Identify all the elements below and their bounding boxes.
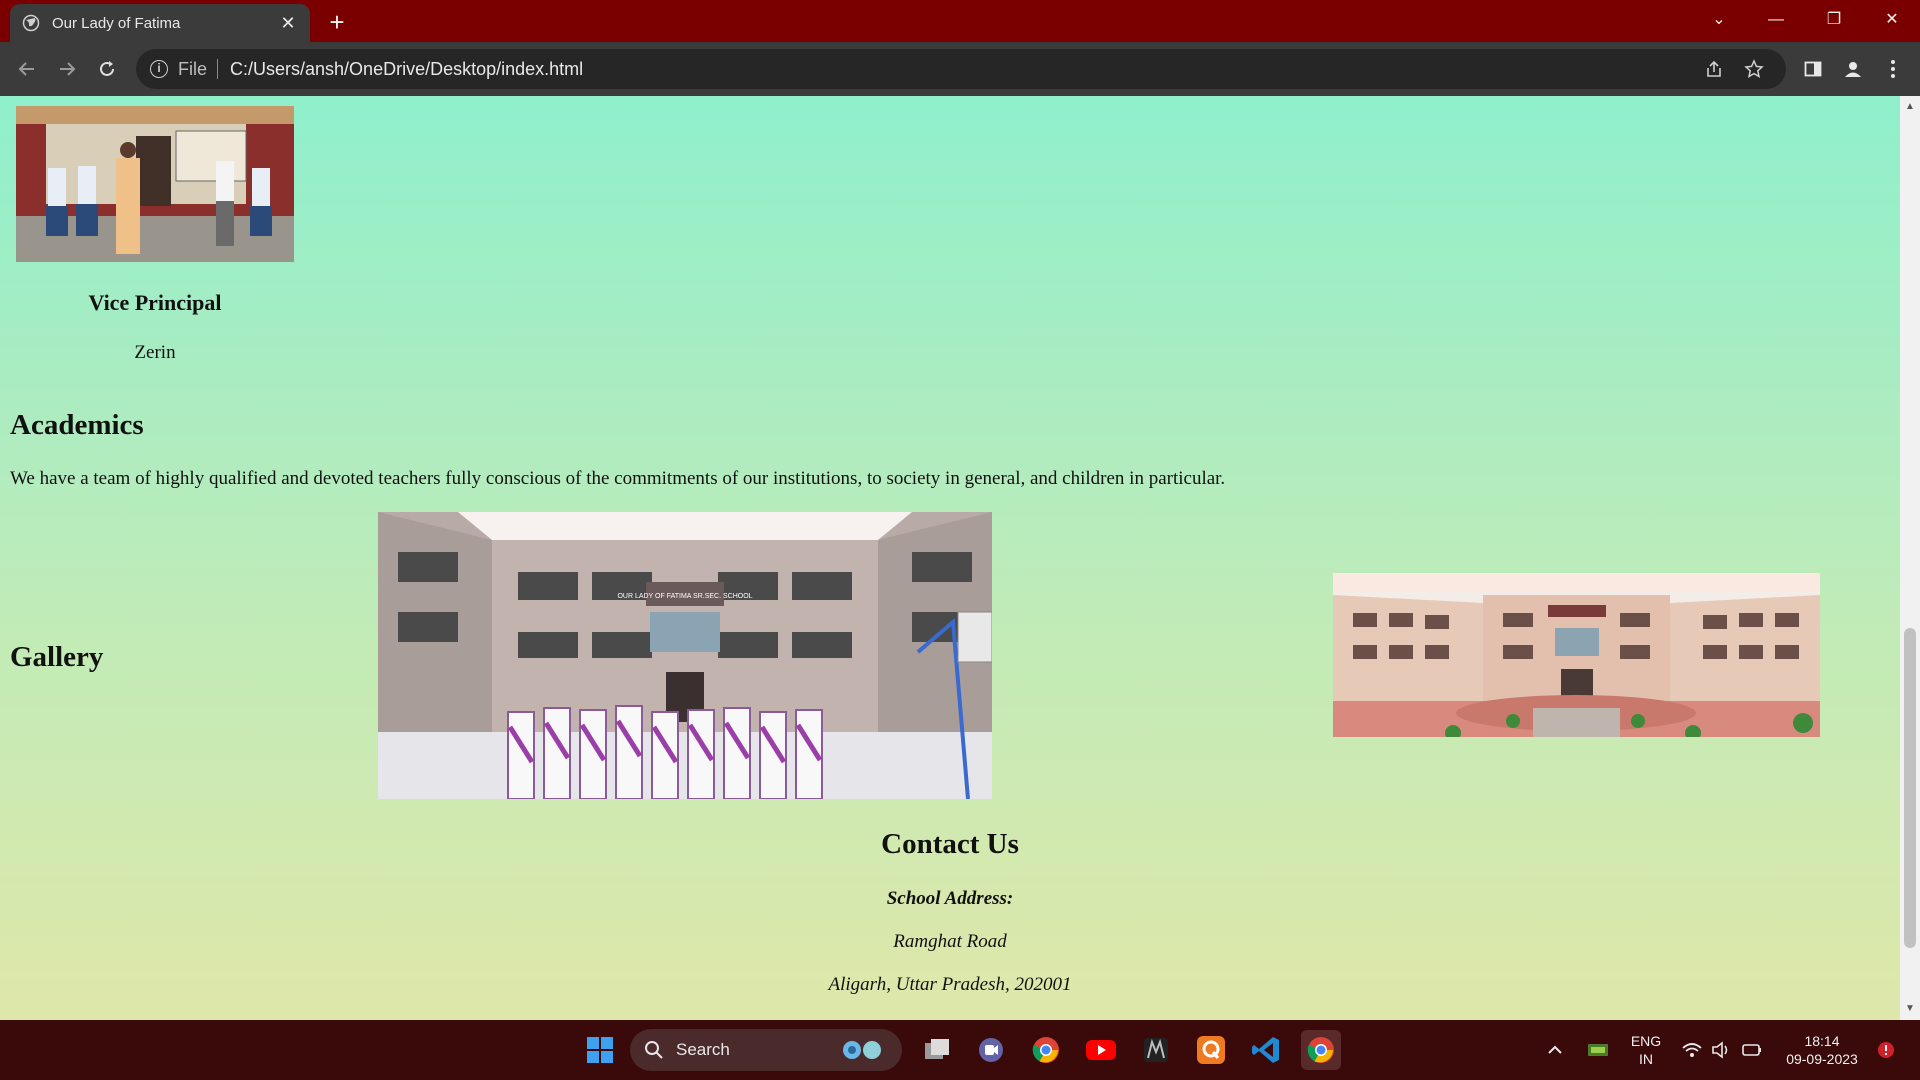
menu-dots-icon[interactable] <box>1877 53 1909 85</box>
site-info-icon[interactable]: i <box>150 60 168 78</box>
browser-toolbar: i File C:/Users/ansh/OneDrive/Desktop/in… <box>0 42 1920 96</box>
vice-principal-title: Vice Principal <box>88 290 222 315</box>
title-bar: Our Lady of Fatima ✕ + ⌄ — ❐ ✕ <box>0 0 1920 42</box>
gaming-app-icon[interactable] <box>1136 1030 1176 1070</box>
close-window-button[interactable]: ✕ <box>1872 4 1912 36</box>
language-region: IN <box>1639 1051 1653 1067</box>
clock-time: 18:14 <box>1804 1033 1840 1049</box>
address-separator <box>217 59 219 79</box>
profile-icon[interactable] <box>1837 53 1869 85</box>
browser-tab[interactable]: Our Lady of Fatima ✕ <box>10 4 310 42</box>
taskbar-search-box[interactable]: Search <box>630 1029 902 1071</box>
address-scheme: File <box>178 58 208 79</box>
academics-text: We have a team of highly qualified and d… <box>10 468 1226 489</box>
chrome-icon[interactable] <box>1026 1030 1066 1070</box>
scrollbar-thumb[interactable] <box>1904 628 1916 948</box>
share-icon[interactable] <box>1698 49 1730 89</box>
academics-heading: Academics <box>10 409 144 441</box>
language-code: ENG <box>1630 1033 1662 1049</box>
taskbar: Search ENG IN 18:14 09-09-2023 <box>0 1020 1920 1080</box>
new-tab-button[interactable]: + <box>323 8 351 36</box>
gallery-photo-assembly: OUR LADY OF FATIMA SR.SEC. SCHOOL <box>378 512 992 799</box>
page-viewport: Vice Principal Zerin Academics We have a… <box>0 96 1920 1020</box>
contact-heading: Contact Us <box>881 828 1019 860</box>
q-app-icon[interactable] <box>1191 1030 1231 1070</box>
vice-principal-name: Zerin <box>134 342 176 363</box>
clock-date: 09-09-2023 <box>1786 1051 1858 1067</box>
battery-icon[interactable] <box>1734 1030 1770 1070</box>
task-view-icon[interactable] <box>917 1030 957 1070</box>
contact-address-label: School Address: <box>886 888 1014 909</box>
reload-button[interactable] <box>91 53 123 85</box>
forward-button[interactable] <box>51 53 83 85</box>
side-panel-icon[interactable] <box>1797 53 1829 85</box>
gpu-tray-icon[interactable] <box>1580 1030 1616 1070</box>
youtube-icon[interactable] <box>1081 1030 1121 1070</box>
globe-icon <box>22 14 40 32</box>
gallery-heading: Gallery <box>10 641 104 673</box>
contact-address-line2: Aligarh, Uttar Pradesh, 202001 <box>828 974 1072 995</box>
contact-address-line1: Ramghat Road <box>893 931 1007 952</box>
notification-badge-icon[interactable] <box>1870 1030 1902 1070</box>
tab-search-chevron-icon[interactable]: ⌄ <box>1699 4 1739 36</box>
gallery-photo-building <box>1333 573 1820 737</box>
address-url[interactable]: C:/Users/ansh/OneDrive/Desktop/index.htm… <box>230 59 583 80</box>
search-highlight-icon <box>834 1036 890 1064</box>
vscode-icon[interactable] <box>1246 1030 1286 1070</box>
search-label: Search <box>676 1040 730 1059</box>
tray-expand-chevron-icon[interactable] <box>1537 1030 1573 1070</box>
scroll-up-arrow-icon[interactable]: ▲ <box>1900 98 1920 116</box>
tab-close-icon[interactable]: ✕ <box>278 13 298 33</box>
address-bar[interactable]: i File C:/Users/ansh/OneDrive/Desktop/in… <box>136 49 1786 89</box>
start-windows-icon[interactable] <box>580 1030 620 1070</box>
vice-principal-photo <box>16 106 294 262</box>
page-scrollbar[interactable]: ▲ ▼ <box>1900 96 1920 1020</box>
back-button[interactable] <box>11 53 43 85</box>
chrome-active-icon[interactable] <box>1301 1030 1341 1070</box>
teams-chat-icon[interactable] <box>971 1030 1011 1070</box>
school-banner-text: OUR LADY OF FATIMA SR.SEC. SCHOOL <box>617 593 752 600</box>
language-indicator[interactable]: ENG IN <box>1625 1032 1667 1068</box>
restore-button[interactable]: ❐ <box>1814 4 1854 36</box>
scroll-down-arrow-icon[interactable]: ▼ <box>1900 1000 1920 1018</box>
clock[interactable]: 18:14 09-09-2023 <box>1775 1032 1869 1068</box>
search-icon <box>645 1041 663 1059</box>
bookmark-star-icon[interactable] <box>1738 49 1770 89</box>
tab-title: Our Lady of Fatima <box>52 14 181 32</box>
minimize-button[interactable]: — <box>1756 4 1796 36</box>
